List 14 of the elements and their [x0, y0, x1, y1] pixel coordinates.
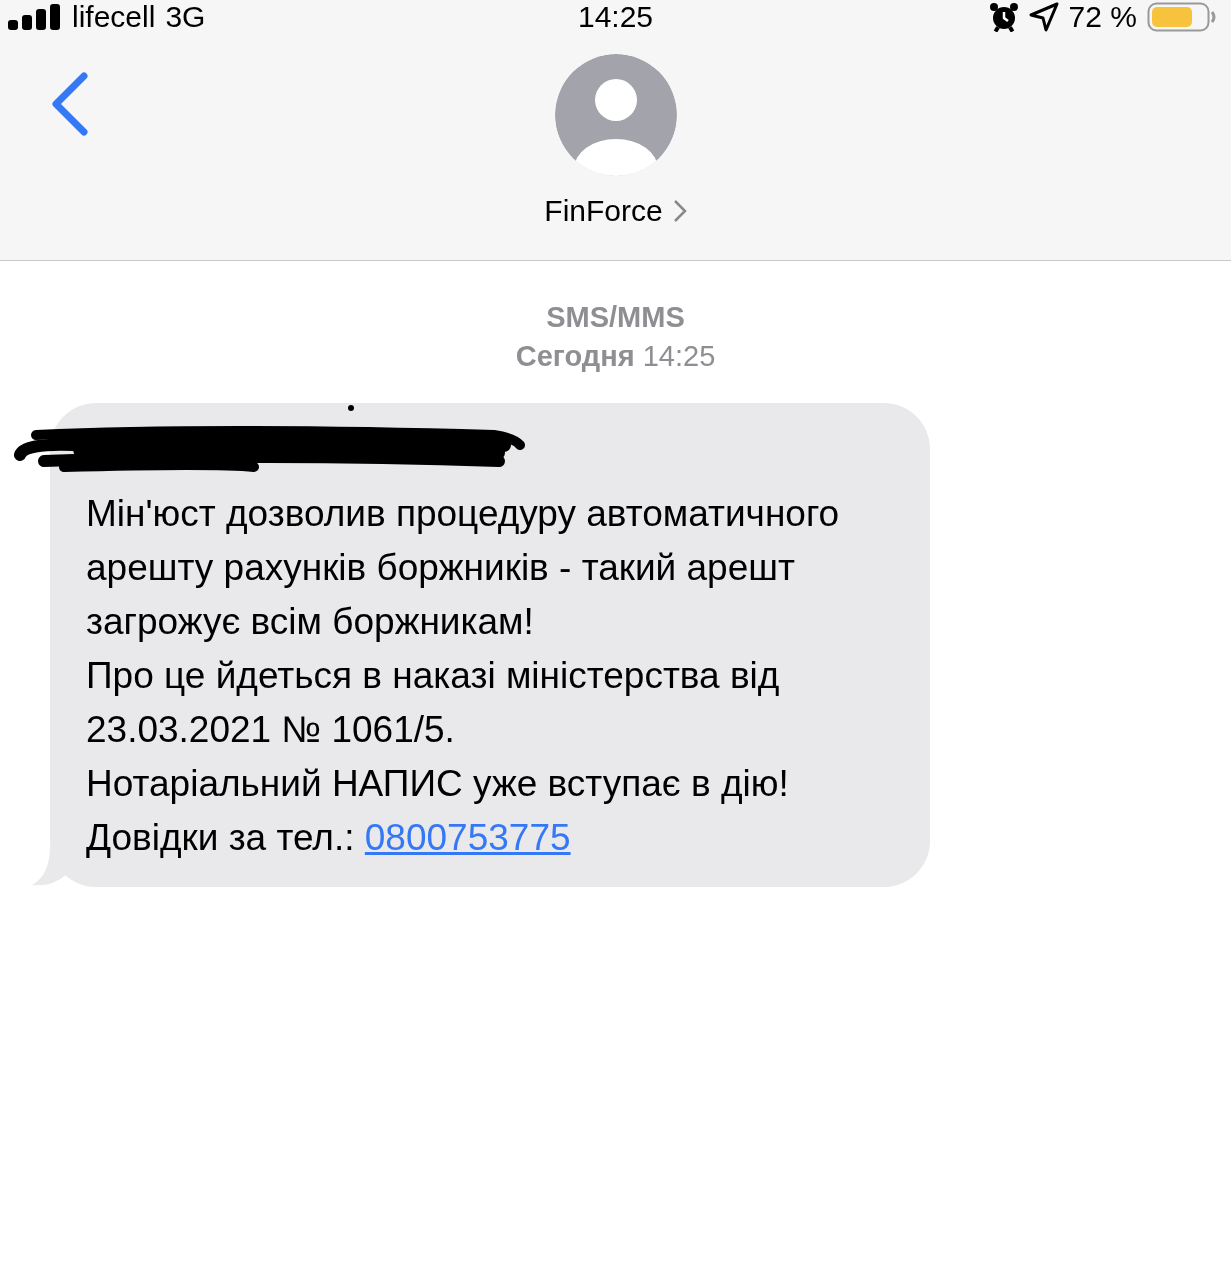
- status-time: 14:25: [577, 0, 654, 34]
- carrier-name: lifecell: [72, 0, 156, 34]
- message-text: Мін'юст дозволив процедуру автоматичного арешту рахунків боржників - такий арешт загрожує всім боржникам! Про це йдеться в наказі міністерства від 23.03.2021 № 1061/5. Нотаріальний НАПИС уже вступає в дію! Довідки за тел.: 0800753775: [86, 492, 841, 860]
- contact-name[interactable]: FinForce: [544, 194, 687, 228]
- battery-percent: 72 %: [1068, 0, 1137, 34]
- chevron-right-icon: [672, 199, 687, 223]
- signal-icon: [8, 4, 62, 30]
- back-chevron-icon[interactable]: [50, 72, 90, 136]
- location-arrow-icon: [1028, 2, 1059, 32]
- message-timestamp: Сегодня 14:25: [515, 340, 716, 373]
- avatar-icon[interactable]: [554, 54, 677, 176]
- service-label: SMS/MMS: [546, 301, 685, 334]
- battery-icon: [1147, 2, 1217, 32]
- network-type: 3G: [165, 0, 206, 34]
